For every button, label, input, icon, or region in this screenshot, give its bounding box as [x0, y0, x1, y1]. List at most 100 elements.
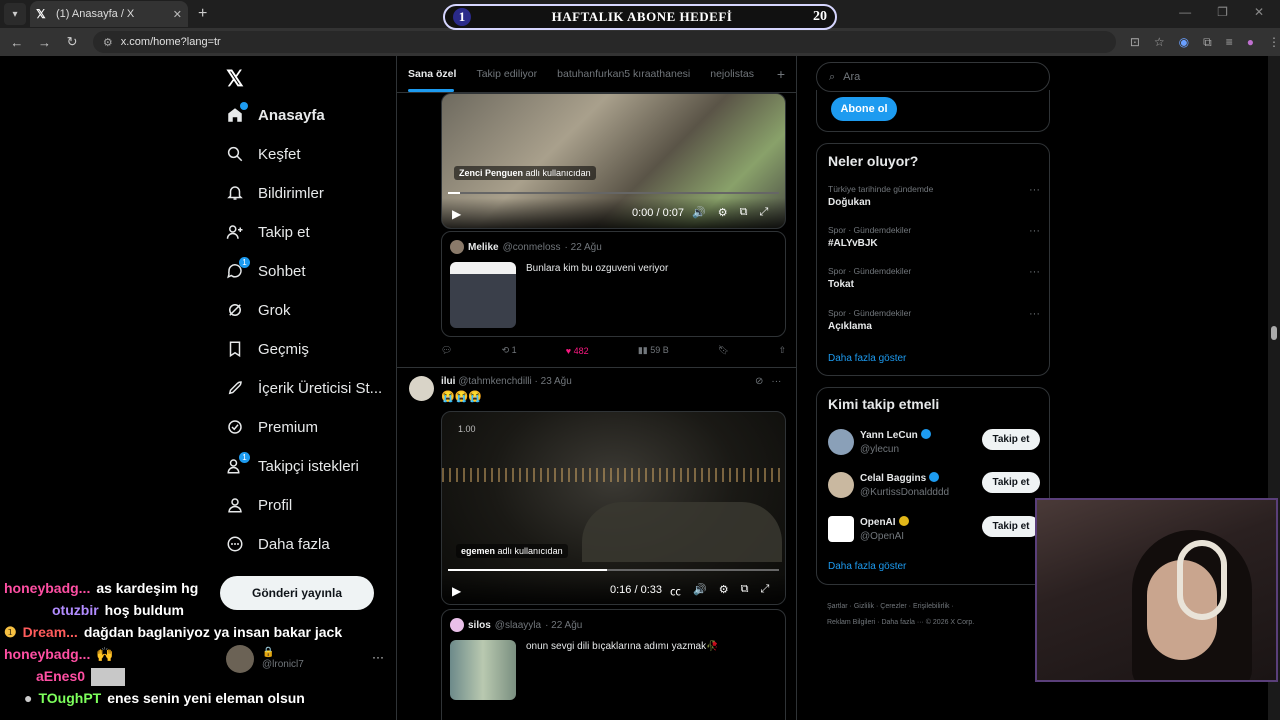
post-button[interactable]: Gönderi yayınla	[220, 576, 374, 610]
video-player[interactable]: Zenci Penguen adlı kullanıcıdan ▶ 0:00 /…	[441, 93, 786, 229]
trend-item[interactable]: Spor · Gündemdekiler Açıklama ···	[828, 308, 1040, 332]
grok-icon[interactable]: ⊘	[755, 376, 763, 387]
quoted-post[interactable]: silos @slaayyla · 22 Ağu onun sevgi dili…	[441, 609, 786, 720]
avatar	[828, 472, 854, 498]
more-circle-icon	[226, 535, 244, 553]
author-name[interactable]: ilui	[441, 376, 455, 387]
tab-search-button[interactable]: ▾	[4, 3, 26, 25]
nav-item-explore[interactable]: Keşfet	[226, 145, 301, 163]
quoted-media-thumbnail[interactable]	[450, 262, 516, 328]
play-icon[interactable]: ▶	[452, 207, 461, 221]
nav-item-follow[interactable]: Takip et	[226, 223, 310, 241]
browser-menu-icon[interactable]: ⋮	[1268, 35, 1280, 50]
footer-line[interactable]: Şartlar · Gizlilik · Çerezler · Erişileb…	[827, 599, 1047, 615]
bookmark-icon[interactable]: 🔖︎	[718, 345, 729, 356]
follow-suggestion[interactable]: OpenAI @OpenAI Takip et	[828, 514, 1040, 544]
more-icon[interactable]: ···	[1029, 184, 1040, 196]
fullscreen-icon[interactable]: ⤢	[759, 206, 768, 219]
tab-for-you[interactable]: Sana özel	[408, 68, 456, 92]
nav-item-grok[interactable]: Grok	[226, 301, 291, 319]
puzzle-icon[interactable]: ⧉	[1203, 35, 1212, 50]
trends-show-more-link[interactable]: Daha fazla göster	[828, 353, 906, 364]
avatar[interactable]	[409, 376, 434, 401]
nav-item-bookmarks[interactable]: Geçmiş	[226, 340, 309, 358]
restore-icon[interactable]: ❐	[1217, 5, 1228, 19]
video-progress[interactable]	[448, 569, 779, 571]
window-close-icon[interactable]: ✕	[1254, 5, 1264, 19]
scrollbar-thumb[interactable]	[1271, 326, 1277, 340]
follow-button[interactable]: Takip et	[982, 472, 1040, 493]
popout-icon[interactable]: ⧉	[740, 206, 748, 219]
retweet-count: 1	[511, 345, 517, 355]
star-icon[interactable]: ☆	[1154, 35, 1165, 50]
url-field[interactable]: ⚙ x.com/home?lang=tr	[92, 31, 1116, 53]
follow-button[interactable]: Takip et	[982, 429, 1040, 450]
account-switcher[interactable]: 🔒 @lronicl7 ···	[226, 644, 386, 674]
tab-close-icon[interactable]: ✕	[173, 8, 182, 21]
nav-item-notifications[interactable]: Bildirimler	[226, 184, 324, 202]
more-icon[interactable]: ···	[372, 650, 384, 664]
follow-suggestion[interactable]: Yann LeCun @ylecun Takip et	[828, 427, 1040, 457]
lock-icon: 🔒	[262, 647, 275, 658]
who-show-more-link[interactable]: Daha fazla göster	[828, 561, 906, 572]
quoted-text: Bunlara kim bu ozguveni veriyor	[526, 263, 669, 274]
nav-item-more[interactable]: Daha fazla	[226, 535, 330, 553]
install-app-icon[interactable]: ⊡	[1130, 35, 1140, 50]
add-tab-icon[interactable]: +	[777, 66, 785, 82]
nav-item-home[interactable]: Anasayfa	[226, 102, 325, 124]
minimize-icon[interactable]: —	[1179, 5, 1191, 19]
tab-list-1[interactable]: batuhanfurkan5 kıraathanesi	[557, 68, 690, 80]
back-icon[interactable]: ←	[10, 35, 24, 50]
more-icon[interactable]: ···	[1029, 308, 1040, 320]
views-button[interactable]: ▮▮ 59 B	[638, 345, 669, 356]
more-icon[interactable]: ···	[1029, 266, 1040, 278]
video-progress[interactable]	[448, 192, 779, 194]
nav-item-premium[interactable]: Premium	[226, 418, 318, 436]
video-player[interactable]: 1.00 egemen adlı kullanıcıdan ▶ 0:16 / 0…	[441, 411, 786, 605]
site-info-icon[interactable]: ⚙	[103, 36, 113, 49]
retweet-button[interactable]: ⟲ 1	[502, 345, 517, 356]
quoted-media-thumbnail[interactable]	[450, 640, 516, 700]
tab-list-2[interactable]: nejolistas	[710, 68, 754, 80]
volume-icon[interactable]: 🔊	[692, 206, 706, 219]
reload-icon[interactable]: ↻	[65, 34, 79, 50]
browser-tab[interactable]: 𝕏 (1) Anasayfa / X ✕	[30, 1, 188, 27]
verified-badge-icon	[929, 472, 940, 482]
follow-suggestion[interactable]: Celal Baggins @KurtissDonaldddd Takip et	[828, 470, 1040, 500]
captions-icon[interactable]: ㏄	[670, 583, 681, 599]
profile-avatar-icon[interactable]: ●	[1247, 35, 1254, 50]
post-date[interactable]: · 23 Ağu	[535, 376, 572, 387]
search-icon	[226, 145, 244, 163]
chat-message: as kardeşim hg	[96, 580, 199, 596]
tab-following[interactable]: Takip ediliyor	[476, 68, 537, 80]
search-input[interactable]: ⌕ Ara	[816, 62, 1050, 92]
more-icon[interactable]: ···	[771, 376, 781, 387]
follow-button[interactable]: Takip et	[982, 516, 1040, 537]
nav-item-profile[interactable]: Profil	[226, 496, 292, 514]
reading-list-icon[interactable]: ≡	[1226, 35, 1233, 50]
more-icon[interactable]: ···	[1029, 225, 1040, 237]
nav-item-follow-requests[interactable]: 1 Takipçi istekleri	[226, 452, 359, 475]
fullscreen-icon[interactable]: ⤢	[760, 583, 769, 599]
footer-line[interactable]: Reklam Bilgileri · Daha fazla ··· © 2026…	[827, 615, 1047, 631]
play-icon[interactable]: ▶	[452, 584, 461, 598]
new-tab-button[interactable]: +	[198, 5, 207, 23]
volume-icon[interactable]: 🔊	[693, 583, 707, 599]
forward-icon[interactable]: →	[38, 35, 52, 50]
share-icon[interactable]: ⇧	[778, 345, 786, 356]
quoted-post[interactable]: Melike @conmeloss · 22 Ağu Bunlara kim b…	[441, 231, 786, 337]
author-handle[interactable]: @tahmkenchdilli	[458, 376, 532, 387]
reply-icon[interactable]: 💬︎	[441, 345, 452, 356]
trend-item[interactable]: Spor · Gündemdekiler Tokat ···	[828, 266, 1040, 290]
settings-icon[interactable]: ⚙	[718, 206, 728, 219]
nav-item-chat[interactable]: 1 Sohbet	[226, 257, 306, 280]
settings-icon[interactable]: ⚙	[719, 583, 729, 599]
subscribe-button[interactable]: Abone ol	[831, 97, 897, 121]
nav-item-creator-studio[interactable]: İçerik Üreticisi St...	[226, 379, 382, 397]
like-button[interactable]: ♥ 482	[566, 346, 589, 356]
trend-item[interactable]: Türkiye tarihinde gündemde Doğukan ···	[828, 184, 1040, 208]
popout-icon[interactable]: ⧉	[741, 583, 749, 599]
x-logo-icon[interactable]: 𝕏	[226, 66, 244, 92]
extension-icon[interactable]: ◉	[1179, 35, 1189, 50]
trend-item[interactable]: Spor · Gündemdekiler #ALYvBJK ···	[828, 225, 1040, 249]
